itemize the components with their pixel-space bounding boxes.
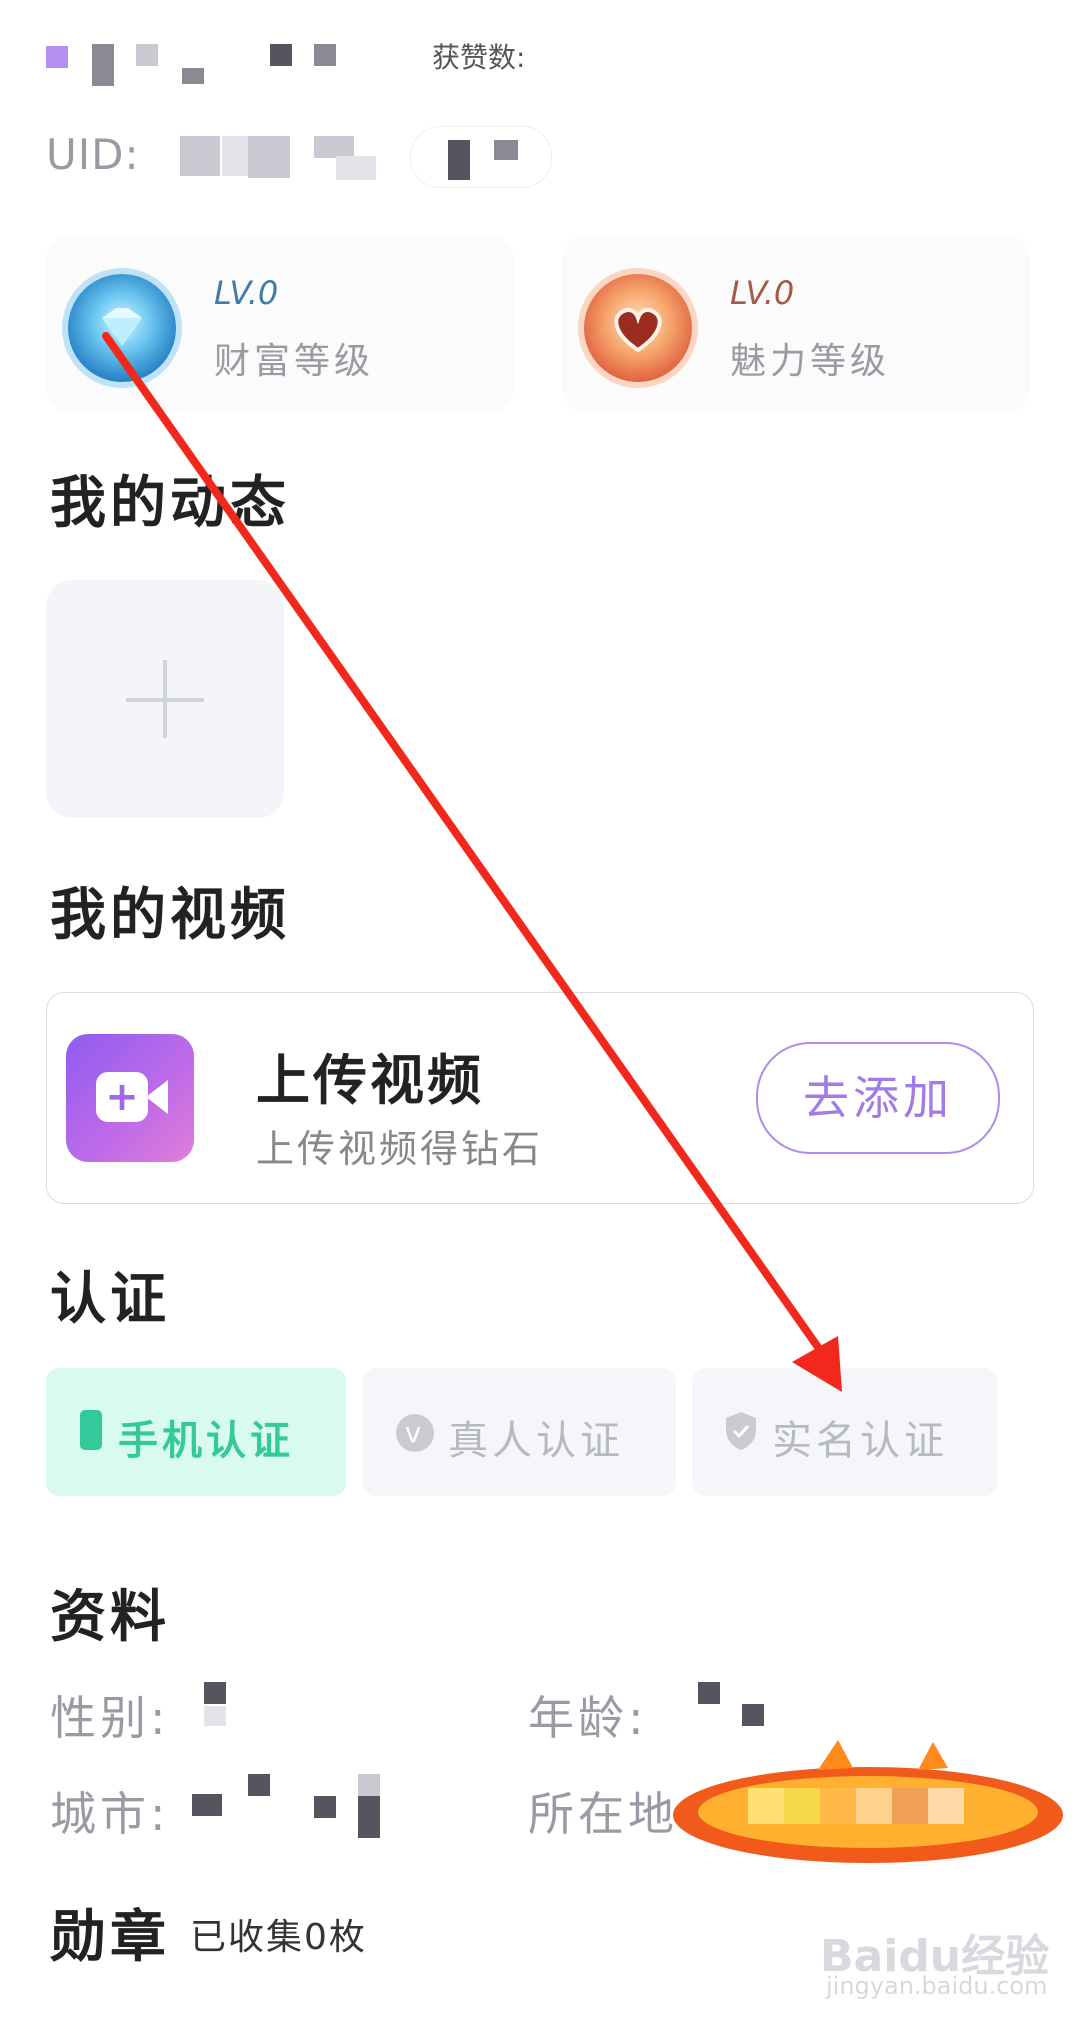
red-arrow-annotation — [102, 332, 842, 1392]
